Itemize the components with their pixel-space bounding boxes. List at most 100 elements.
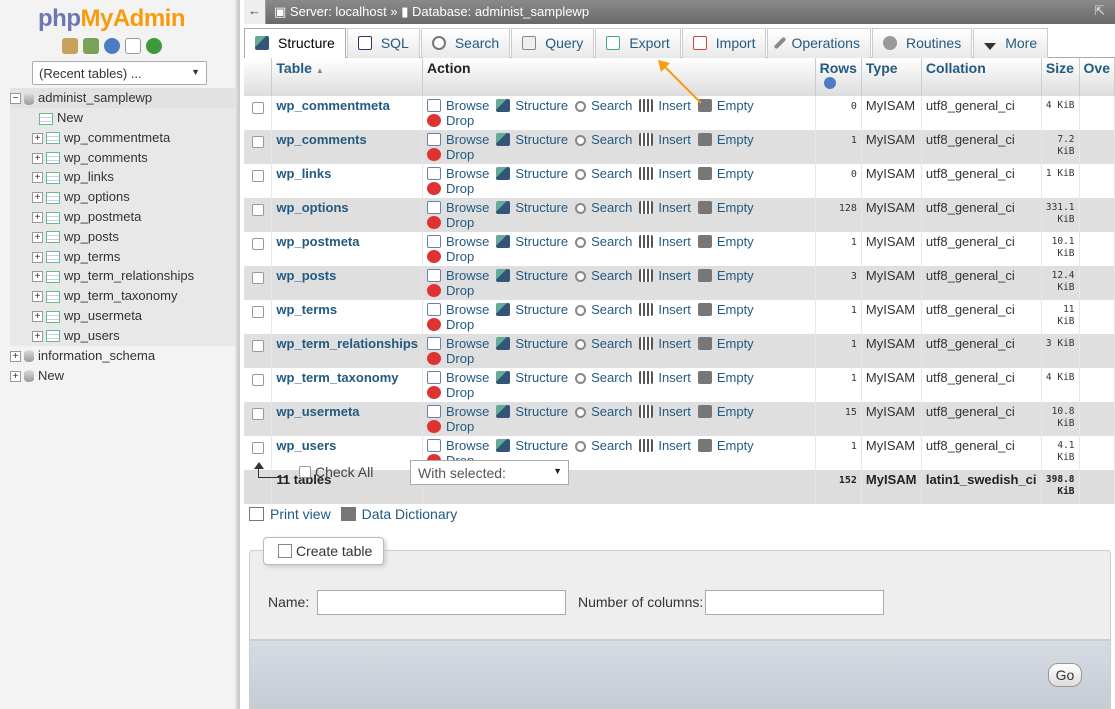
check-all[interactable]: Check All	[299, 464, 373, 480]
structure-action[interactable]: Structure	[496, 98, 568, 113]
browse-action[interactable]: Browse	[427, 438, 489, 453]
tree-item-wp-links[interactable]: + wp_links	[10, 167, 238, 188]
browse-action[interactable]: Browse	[427, 302, 489, 317]
row-checkbox[interactable]	[252, 204, 264, 216]
table-name-link[interactable]: wp_options	[271, 198, 424, 232]
insert-action[interactable]: Insert	[639, 370, 691, 385]
structure-action[interactable]: Structure	[496, 268, 568, 283]
row-checkbox[interactable]	[252, 238, 264, 250]
drop-action[interactable]: Drop	[427, 113, 474, 128]
tree-item-wp-comments[interactable]: + wp_comments	[10, 147, 238, 168]
empty-action[interactable]: Empty	[697, 404, 754, 419]
help-icon[interactable]	[104, 38, 120, 54]
search-action[interactable]: Search	[575, 438, 632, 453]
search-action[interactable]: Search	[575, 370, 632, 385]
tree-item-wp-users[interactable]: + wp_users	[10, 325, 238, 346]
data-dictionary-link[interactable]: Data Dictionary	[362, 506, 458, 522]
search-action[interactable]: Search	[575, 98, 632, 113]
empty-action[interactable]: Empty	[697, 268, 754, 283]
tree-item-wp-terms[interactable]: + wp_terms	[10, 246, 238, 267]
tree-item-wp-options[interactable]: + wp_options	[10, 187, 238, 207]
column-header-type[interactable]: Type	[861, 58, 922, 96]
insert-action[interactable]: Insert	[639, 200, 691, 215]
tab-search[interactable]: Search	[420, 28, 511, 58]
number-of-columns-input[interactable]	[705, 590, 884, 615]
table-name-link[interactable]: wp_term_taxonomy	[271, 368, 424, 402]
insert-action[interactable]: Insert	[639, 132, 691, 147]
expand-icon[interactable]: +	[32, 330, 43, 342]
structure-action[interactable]: Structure	[496, 336, 568, 351]
table-name-link[interactable]: wp_commentmeta	[271, 96, 424, 130]
row-checkbox[interactable]	[252, 102, 264, 114]
row-checkbox[interactable]	[252, 306, 264, 318]
column-header-overhead[interactable]: Ove	[1079, 58, 1115, 96]
tree-item-wp-commentmeta[interactable]: + wp_commentmeta	[10, 127, 238, 148]
breadcrumb-server[interactable]: Server: localhost	[290, 4, 387, 19]
tab-more[interactable]: More	[973, 28, 1049, 58]
docs-icon[interactable]	[125, 38, 141, 54]
tree-item-wp-posts[interactable]: + wp_posts	[10, 226, 238, 247]
tree-item-wp-term-relationships[interactable]: + wp_term_relationships	[10, 266, 238, 287]
row-checkbox[interactable]	[252, 340, 264, 352]
tab-structure[interactable]: Structure	[244, 28, 346, 59]
search-action[interactable]: Search	[575, 234, 632, 249]
structure-action[interactable]: Structure	[496, 200, 568, 215]
row-checkbox[interactable]	[252, 136, 264, 148]
insert-action[interactable]: Insert	[639, 166, 691, 181]
tree-item-new-table[interactable]: New	[10, 108, 238, 128]
breadcrumb-database[interactable]: Database: administ_samplewp	[412, 4, 589, 19]
tab-operations[interactable]: Operations	[767, 28, 871, 58]
tab-query[interactable]: Query	[511, 28, 595, 58]
home-icon[interactable]	[62, 38, 78, 54]
structure-action[interactable]: Structure	[496, 132, 568, 147]
browse-action[interactable]: Browse	[427, 404, 489, 419]
tree-db-information-schema[interactable]: + information_schema	[10, 346, 238, 366]
table-name-link[interactable]: wp_term_relationships	[271, 334, 424, 368]
browse-action[interactable]: Browse	[427, 132, 489, 147]
table-name-link[interactable]: wp_links	[271, 164, 424, 198]
empty-action[interactable]: Empty	[697, 132, 754, 147]
table-name-link[interactable]: wp_comments	[271, 130, 424, 164]
insert-action[interactable]: Insert	[639, 438, 691, 453]
empty-action[interactable]: Empty	[697, 438, 754, 453]
browse-action[interactable]: Browse	[427, 268, 489, 283]
table-name-link[interactable]: wp_postmeta	[271, 232, 424, 266]
tree-db-administ-samplewp[interactable]: − administ_samplewp	[10, 88, 238, 108]
row-checkbox[interactable]	[252, 374, 264, 386]
print-view-link[interactable]: Print view	[270, 506, 331, 522]
drop-action[interactable]: Drop	[427, 181, 474, 196]
tree-item-wp-term-taxonomy[interactable]: + wp_term_taxonomy	[10, 286, 238, 306]
empty-action[interactable]: Empty	[697, 234, 754, 249]
browse-action[interactable]: Browse	[427, 234, 489, 249]
empty-action[interactable]: Empty	[697, 200, 754, 215]
search-action[interactable]: Search	[575, 404, 632, 419]
table-name-link[interactable]: wp_usermeta	[271, 402, 424, 436]
tree-item-wp-postmeta[interactable]: + wp_postmeta	[10, 206, 238, 227]
expand-icon[interactable]: +	[10, 350, 21, 362]
empty-action[interactable]: Empty	[697, 302, 754, 317]
exit-icon[interactable]	[83, 38, 99, 54]
insert-action[interactable]: Insert	[639, 404, 691, 419]
search-action[interactable]: Search	[575, 336, 632, 351]
row-checkbox[interactable]	[252, 272, 264, 284]
structure-action[interactable]: Structure	[496, 234, 568, 249]
browse-action[interactable]: Browse	[427, 200, 489, 215]
recent-tables-select[interactable]: (Recent tables) ... ▼	[32, 61, 207, 85]
insert-action[interactable]: Insert	[639, 234, 691, 249]
tab-import[interactable]: Import	[681, 28, 767, 58]
row-checkbox[interactable]	[252, 170, 264, 182]
column-header-table[interactable]: Table ▲	[271, 58, 424, 96]
insert-action[interactable]: Insert	[639, 268, 691, 283]
column-header-collation[interactable]: Collation	[921, 58, 1042, 96]
tab-routines[interactable]: Routines	[871, 28, 973, 58]
insert-action[interactable]: Insert	[639, 336, 691, 351]
search-action[interactable]: Search	[575, 268, 632, 283]
browse-action[interactable]: Browse	[427, 166, 489, 181]
empty-action[interactable]: Empty	[697, 166, 754, 181]
expand-icon[interactable]: +	[32, 192, 43, 204]
expand-icon[interactable]: +	[32, 271, 43, 283]
structure-action[interactable]: Structure	[496, 166, 568, 181]
search-action[interactable]: Search	[575, 302, 632, 317]
table-name-link[interactable]: wp_posts	[271, 266, 424, 300]
column-header-rows[interactable]: Rows	[815, 58, 862, 96]
